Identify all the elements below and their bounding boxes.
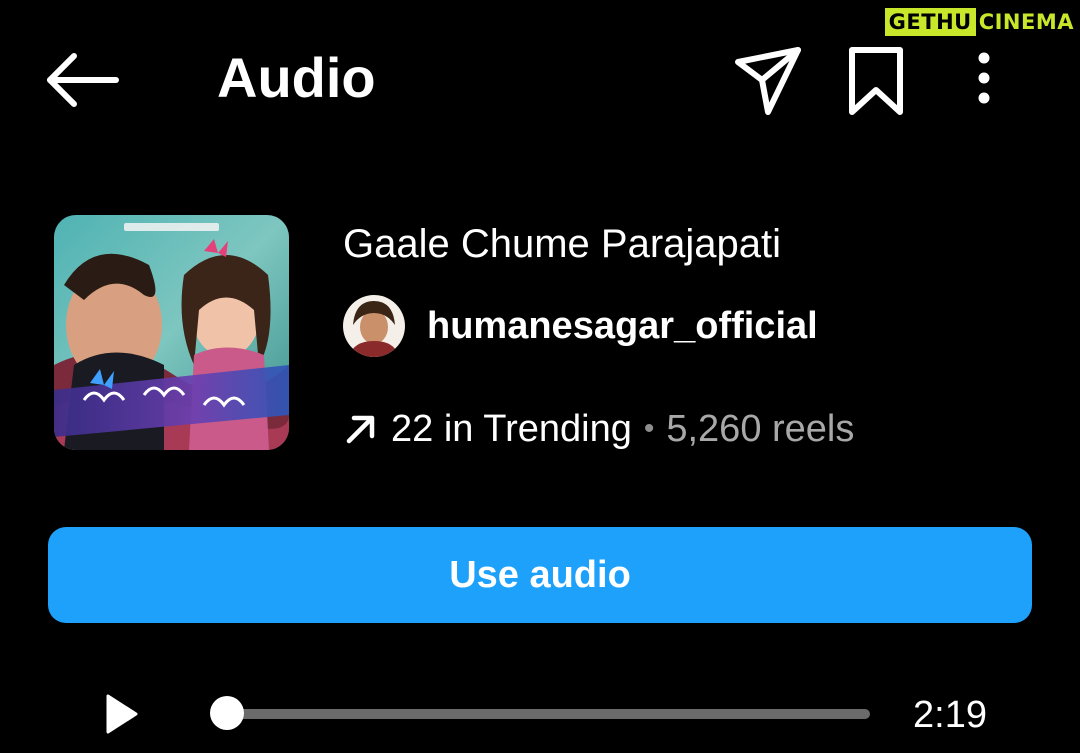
album-art-image [54, 215, 289, 450]
track-title: Gaale Chume Parajapati [343, 222, 782, 266]
arrow-up-right-icon [346, 415, 375, 444]
use-audio-button[interactable]: Use audio [48, 527, 1032, 623]
arrow-left-icon [47, 53, 119, 107]
album-cover[interactable] [54, 215, 289, 450]
scrubber-track [225, 709, 870, 719]
save-button[interactable] [840, 42, 912, 118]
track-stats: 22 in Trending • 5,260 reels [343, 404, 854, 454]
top-app-bar: Audio [0, 30, 1080, 130]
page-title: Audio [217, 46, 376, 109]
paper-plane-icon [735, 47, 801, 115]
scrubber-thumb[interactable] [210, 696, 244, 730]
stats-separator: • [643, 412, 655, 445]
playback-scrubber[interactable] [210, 694, 873, 734]
play-icon [106, 694, 138, 734]
avatar [343, 295, 405, 357]
more-options-button[interactable] [960, 44, 1008, 116]
play-button[interactable] [96, 686, 146, 742]
back-button[interactable] [40, 50, 130, 110]
more-vertical-icon [978, 52, 990, 104]
share-button[interactable] [730, 42, 806, 118]
artist-link[interactable]: humanesagar_official [343, 294, 818, 358]
trending-label[interactable]: 22 in Trending [391, 408, 632, 451]
track-duration: 2:19 [913, 694, 987, 736]
artist-avatar-image [343, 295, 405, 357]
reels-count: 5,260 reels [666, 407, 855, 450]
artist-name: humanesagar_official [427, 305, 818, 347]
bookmark-icon [849, 47, 903, 115]
